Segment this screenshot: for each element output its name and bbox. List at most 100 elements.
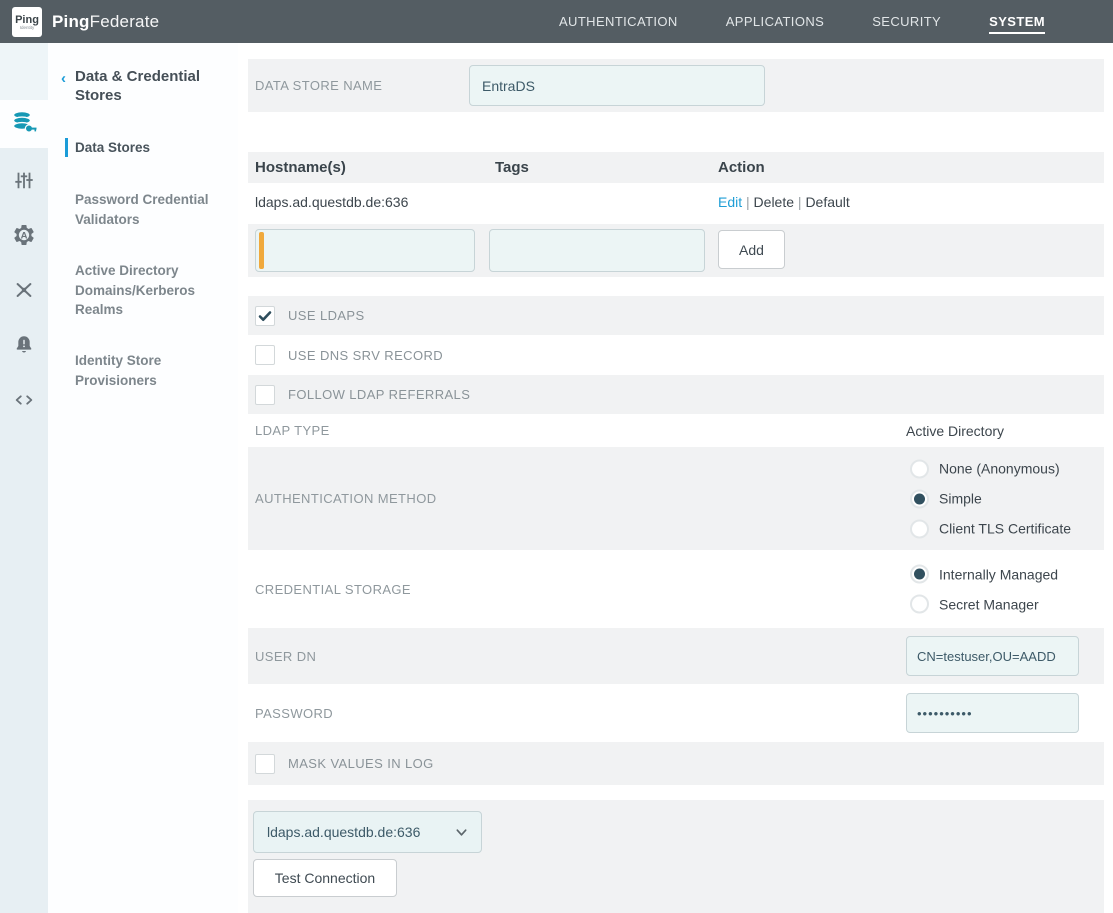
test-connection-button[interactable]: Test Connection (253, 859, 397, 897)
password-label: PASSWORD (248, 706, 333, 721)
test-hostname-dropdown[interactable]: ldaps.ad.questdb.de:636 (253, 811, 482, 853)
nav-tab-security[interactable]: SECURITY (872, 14, 941, 29)
sidebar-item-password-credential-validators[interactable]: Password Credential Validators (75, 190, 228, 229)
svg-text:A: A (21, 230, 28, 241)
credential-storage-options: Internally Managed Secret Manager (910, 565, 1058, 614)
sidebar-item-identity-store-provisioners[interactable]: Identity Store Provisioners (75, 351, 228, 390)
radio-option-none-anonymous[interactable]: None (Anonymous) (910, 459, 1071, 478)
hostname-table-row: ldaps.ad.questdb.de:636 Edit | Delete | … (248, 183, 1104, 220)
rail-item-data-stores[interactable] (0, 100, 48, 148)
app-title-ping: Ping (52, 12, 90, 32)
data-store-name-label: DATA STORE NAME (248, 78, 382, 93)
secondary-sidebar: ‹ Data & Credential Stores Data Stores P… (48, 43, 238, 913)
follow-referrals-label: FOLLOW LDAP REFERRALS (288, 387, 470, 402)
column-header-action: Action (718, 159, 765, 176)
use-ldaps-label: USE LDAPS (288, 308, 365, 323)
column-header-tags: Tags (495, 159, 529, 176)
sidebar-item-ad-domains-kerberos[interactable]: Active Directory Domains/Kerberos Realms (75, 261, 228, 320)
radio-option-internally-managed[interactable]: Internally Managed (910, 565, 1058, 584)
primary-nav: AUTHENTICATION APPLICATIONS SECURITY SYS… (559, 0, 1113, 43)
ping-identity-logo: Ping Identity (12, 7, 42, 37)
sidebar-item-label: Active Directory Domains/Kerberos Realms (75, 263, 195, 317)
nav-tab-system[interactable]: SYSTEM (989, 14, 1045, 34)
radio-icon (910, 459, 929, 478)
mask-values-label: MASK VALUES IN LOG (288, 756, 434, 771)
rail-item-settings[interactable] (0, 158, 48, 206)
rail-item-server[interactable]: A (0, 213, 48, 261)
logo-subtext: Identity (20, 26, 35, 31)
user-dn-input[interactable] (906, 636, 1079, 676)
user-dn-row: USER DN (248, 628, 1104, 684)
back-chevron-icon[interactable]: ‹ (61, 70, 66, 87)
authentication-method-options: None (Anonymous) Simple Client TLS Certi… (910, 459, 1071, 538)
sidebar-header: Data & Credential Stores (75, 68, 230, 106)
connection-test-section: ldaps.ad.questdb.de:636 Test Connection (248, 800, 1104, 913)
hostname-value: ldaps.ad.questdb.de:636 (255, 194, 408, 210)
ldap-type-value: Active Directory (906, 423, 1004, 439)
new-hostname-field-wrap (255, 229, 475, 272)
use-dns-srv-label: USE DNS SRV RECORD (288, 348, 443, 363)
gear-a-icon: A (12, 223, 36, 252)
sidebar-item-label: Password Credential Validators (75, 192, 209, 227)
radio-label: Client TLS Certificate (939, 521, 1071, 537)
database-key-icon (11, 109, 37, 140)
radio-option-client-tls-certificate[interactable]: Client TLS Certificate (910, 519, 1071, 538)
radio-option-secret-manager[interactable]: Secret Manager (910, 595, 1058, 614)
radio-label: Internally Managed (939, 566, 1058, 582)
checkmark-icon (258, 309, 272, 323)
add-button[interactable]: Add (718, 230, 785, 269)
nav-tab-authentication[interactable]: AUTHENTICATION (559, 14, 678, 29)
scrollbar-gutter[interactable] (1104, 43, 1113, 913)
authentication-method-row: AUTHENTICATION METHOD None (Anonymous) S… (248, 447, 1104, 550)
data-store-name-row: DATA STORE NAME (248, 59, 1104, 112)
app-title-federate: Federate (90, 12, 160, 32)
follow-referrals-row: FOLLOW LDAP REFERRALS (248, 375, 1104, 414)
icon-rail: A (0, 43, 48, 913)
radio-icon (910, 595, 929, 614)
rail-item-oauth-playground[interactable] (0, 378, 48, 426)
data-store-name-input[interactable] (469, 65, 765, 106)
radio-icon-selected (910, 489, 929, 508)
use-dns-srv-checkbox[interactable] (255, 345, 275, 365)
required-field-indicator (259, 232, 264, 269)
logo-text: Ping (15, 14, 39, 26)
sidebar-item-label: Identity Store Provisioners (75, 353, 161, 388)
radio-icon (910, 519, 929, 538)
main-content: DATA STORE NAME Hostname(s) Tags Action … (238, 43, 1113, 913)
bell-alert-icon (13, 334, 35, 361)
password-row: PASSWORD (248, 684, 1104, 742)
hostname-table-header: Hostname(s) Tags Action (248, 152, 1104, 183)
follow-referrals-checkbox[interactable] (255, 385, 275, 405)
column-header-hostname: Hostname(s) (255, 159, 346, 176)
sliders-icon (13, 169, 35, 196)
sidebar-item-data-stores[interactable]: Data Stores (75, 138, 228, 158)
row-actions: Edit | Delete | Default (718, 194, 850, 210)
radio-label: Secret Manager (939, 596, 1039, 612)
new-hostname-input[interactable] (255, 229, 475, 272)
code-brackets-icon (13, 389, 35, 416)
rail-item-notifications[interactable] (0, 323, 48, 371)
new-tags-input[interactable] (489, 229, 705, 272)
mask-values-row: MASK VALUES IN LOG (248, 742, 1104, 785)
radio-label: Simple (939, 491, 982, 507)
radio-option-simple[interactable]: Simple (910, 489, 1071, 508)
nav-tab-applications[interactable]: APPLICATIONS (726, 14, 824, 29)
active-indicator-bar (65, 138, 68, 157)
network-x-icon (13, 279, 35, 306)
ldap-type-label: LDAP TYPE (248, 423, 330, 438)
credential-storage-label: CREDENTIAL STORAGE (248, 582, 411, 597)
sidebar-item-label: Data Stores (75, 140, 150, 155)
delete-link[interactable]: Delete (754, 194, 794, 210)
top-nav-bar: Ping Identity PingFederate AUTHENTICATIO… (0, 0, 1113, 43)
edit-link[interactable]: Edit (718, 194, 742, 210)
test-hostname-selected-value: ldaps.ad.questdb.de:636 (267, 824, 420, 840)
radio-icon-selected (910, 565, 929, 584)
mask-values-checkbox[interactable] (255, 754, 275, 774)
use-ldaps-checkbox[interactable] (255, 306, 275, 326)
rail-item-connections[interactable] (0, 268, 48, 316)
password-input[interactable] (906, 693, 1079, 733)
default-link[interactable]: Default (805, 194, 849, 210)
use-ldaps-row: USE LDAPS (248, 296, 1104, 335)
authentication-method-label: AUTHENTICATION METHOD (248, 491, 437, 506)
radio-label: None (Anonymous) (939, 461, 1060, 477)
